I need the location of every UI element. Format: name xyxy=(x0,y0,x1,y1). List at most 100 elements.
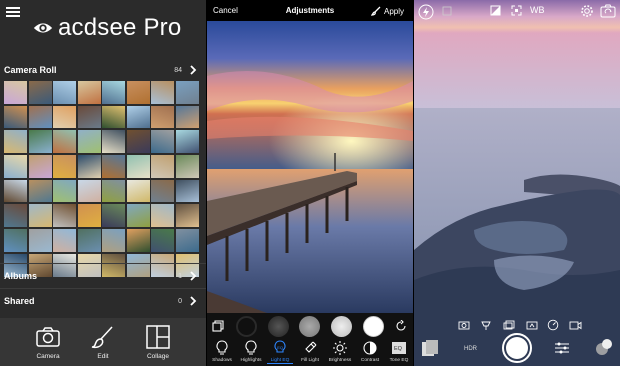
photo-thumbnail[interactable] xyxy=(53,105,76,129)
photo-thumbnail[interactable] xyxy=(126,155,150,178)
burst-icon[interactable] xyxy=(503,320,515,330)
timer-icon[interactable] xyxy=(547,319,559,331)
menu-icon[interactable] xyxy=(6,7,20,17)
preset-swatch[interactable] xyxy=(268,316,289,337)
camera-roll-row[interactable]: Camera Roll 84 xyxy=(0,59,206,81)
photo-thumbnail[interactable] xyxy=(77,105,101,129)
photo-thumbnail[interactable] xyxy=(28,130,52,154)
photo-thumbnail[interactable] xyxy=(102,179,125,203)
photo-thumbnail[interactable] xyxy=(102,229,125,252)
tool-shadows[interactable]: Shadows xyxy=(209,340,235,363)
tool-light-eq[interactable]: EQ Light EQ xyxy=(267,340,293,364)
settings-icon[interactable] xyxy=(580,4,594,18)
photo-thumbnail[interactable] xyxy=(175,179,199,203)
tool-label: Contrast xyxy=(360,358,380,363)
photo-thumbnail[interactable] xyxy=(4,229,27,252)
photo-thumbnail[interactable] xyxy=(175,204,199,228)
photo-thumbnail[interactable] xyxy=(4,81,27,104)
photo-thumbnail[interactable] xyxy=(28,179,52,203)
photo-thumbnail[interactable] xyxy=(28,105,52,129)
photo-thumbnail[interactable] xyxy=(4,179,27,203)
photo-thumbnail[interactable] xyxy=(126,81,150,104)
video-icon[interactable] xyxy=(569,320,582,330)
tab-camera[interactable]: Camera xyxy=(23,324,73,360)
exposure-icon[interactable] xyxy=(490,5,501,16)
shutter-button[interactable] xyxy=(502,333,532,363)
photo-thumbnail[interactable] xyxy=(4,130,27,154)
photo-thumbnail[interactable] xyxy=(126,204,150,228)
preset-swatch[interactable] xyxy=(363,316,384,337)
photo-thumbnail[interactable] xyxy=(151,155,174,178)
tab-edit[interactable]: Edit xyxy=(78,324,128,360)
photo-thumbnail[interactable] xyxy=(102,105,125,129)
photo-thumbnail[interactable] xyxy=(151,130,174,154)
photo-thumbnail[interactable] xyxy=(28,155,52,178)
photo-thumbnail[interactable] xyxy=(175,81,199,104)
tool-contrast[interactable]: Contrast xyxy=(357,340,383,363)
hdr-toggle[interactable]: HDR xyxy=(464,346,477,352)
tool-label: Tone EQ xyxy=(389,358,409,363)
photo-thumbnail[interactable] xyxy=(28,204,52,228)
photo-thumbnail[interactable] xyxy=(4,155,27,178)
photo-thumbnail[interactable] xyxy=(175,130,199,154)
photo-thumbnail[interactable] xyxy=(175,105,199,129)
photo-thumbnail[interactable] xyxy=(126,179,150,203)
photo-thumbnail[interactable] xyxy=(175,229,199,252)
photo-thumbnail[interactable] xyxy=(151,105,174,129)
photo-thumbnail[interactable] xyxy=(102,130,125,154)
tool-highlights[interactable]: Highlights xyxy=(238,340,264,363)
photo-thumbnail[interactable] xyxy=(102,204,125,228)
compare-icon[interactable] xyxy=(212,320,224,332)
photo-thumbnail[interactable] xyxy=(53,179,76,203)
photo-thumbnail[interactable] xyxy=(126,229,150,252)
photo-thumbnail[interactable] xyxy=(77,155,101,178)
sliders-icon[interactable] xyxy=(554,341,570,355)
photo-thumbnail[interactable] xyxy=(53,204,76,228)
tool-label: Fill Light xyxy=(301,358,319,363)
shared-row[interactable]: Shared 0 xyxy=(0,290,206,312)
photo-thumbnail[interactable] xyxy=(28,229,52,252)
tab-collage[interactable]: Collage xyxy=(133,324,183,360)
gallery-icon[interactable] xyxy=(420,338,440,358)
tool-fill-light[interactable]: Fill Light xyxy=(297,340,323,363)
photo-thumbnail[interactable] xyxy=(77,179,101,203)
tool-brightness[interactable]: Brightness xyxy=(327,340,353,363)
photo-thumbnail[interactable] xyxy=(53,81,76,104)
photo-thumbnail[interactable] xyxy=(77,81,101,104)
preset-swatch[interactable] xyxy=(331,316,352,337)
focus-icon[interactable] xyxy=(511,5,522,16)
preset-swatch[interactable] xyxy=(236,316,257,337)
photo-thumbnail[interactable] xyxy=(77,204,101,228)
timelapse-icon[interactable] xyxy=(526,320,538,330)
stabilizer-icon[interactable] xyxy=(480,320,492,331)
aspect-icon[interactable] xyxy=(442,6,452,16)
photo-thumbnail[interactable] xyxy=(126,105,150,129)
photo-thumbnail[interactable] xyxy=(77,229,101,252)
photo-thumbnail[interactable] xyxy=(126,130,150,154)
apply-button[interactable]: Apply xyxy=(370,6,404,16)
photo-thumbnail[interactable] xyxy=(4,105,27,129)
photo-thumbnail[interactable] xyxy=(102,155,125,178)
photo-thumbnail[interactable] xyxy=(102,81,125,104)
white-balance-button[interactable]: WB xyxy=(530,5,545,15)
photo-thumbnail[interactable] xyxy=(28,81,52,104)
photo-thumbnail[interactable] xyxy=(4,204,27,228)
tool-tone-eq[interactable]: EQ Tone EQ xyxy=(386,340,412,363)
photo-thumbnail[interactable] xyxy=(151,81,174,104)
photo-thumbnail[interactable] xyxy=(175,155,199,178)
albums-row[interactable]: Albums 1 xyxy=(0,265,206,287)
photo-thumbnail[interactable] xyxy=(77,130,101,154)
reset-icon[interactable] xyxy=(395,320,407,332)
photo-thumbnail[interactable] xyxy=(151,204,174,228)
photo-mode-icon[interactable] xyxy=(458,320,470,330)
flash-icon[interactable] xyxy=(418,4,434,20)
shared-label: Shared xyxy=(4,296,35,306)
photo-thumbnail[interactable] xyxy=(53,155,76,178)
switch-camera-icon[interactable] xyxy=(600,4,616,18)
filter-icon[interactable] xyxy=(594,337,614,357)
photo-thumbnail[interactable] xyxy=(53,130,76,154)
photo-thumbnail[interactable] xyxy=(53,229,76,252)
photo-thumbnail[interactable] xyxy=(151,229,174,252)
preset-swatch[interactable] xyxy=(299,316,320,337)
photo-thumbnail[interactable] xyxy=(151,179,174,203)
